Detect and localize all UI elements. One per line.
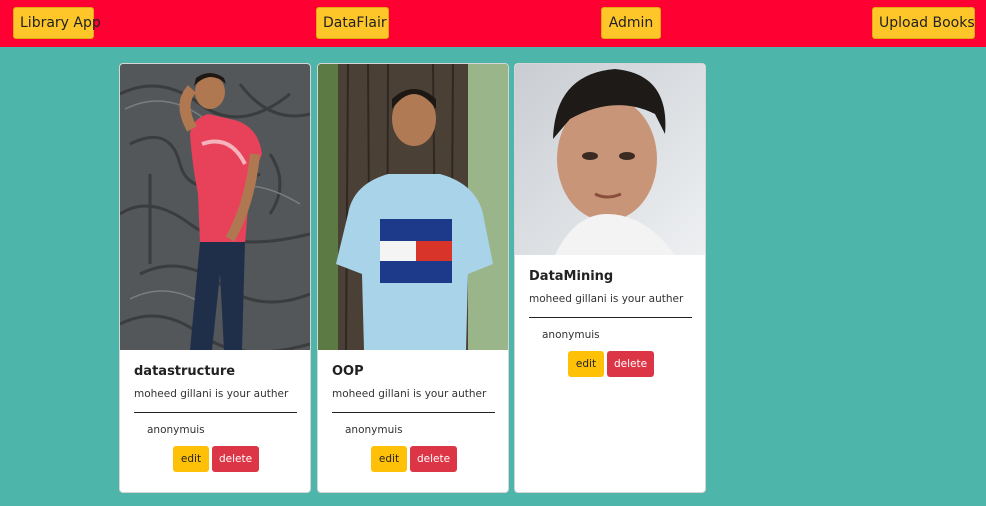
book-title: datastructure (134, 364, 236, 379)
divider (134, 412, 297, 413)
delete-button[interactable]: delete (607, 351, 654, 377)
book-card: OOP moheed gillani is your auther anonym… (317, 63, 509, 493)
upload-books-button[interactable]: Upload Books (872, 7, 975, 39)
book-title: OOP (332, 364, 364, 379)
book-author: moheed gillani is your auther (134, 388, 289, 400)
book-author: moheed gillani is your auther (332, 388, 487, 400)
book-card: datastructure moheed gillani is your aut… (119, 63, 311, 493)
edit-button[interactable]: edit (173, 446, 209, 472)
book-publisher: anonymuis (345, 424, 403, 436)
library-app-button[interactable]: Library App (13, 7, 101, 39)
book-title: DataMining (529, 269, 614, 284)
dataflair-button[interactable]: DataFlair (316, 7, 389, 39)
book-publisher: anonymuis (542, 329, 600, 341)
book-publisher: anonymuis (147, 424, 205, 436)
book-cover-image (515, 64, 705, 255)
delete-button[interactable]: delete (410, 446, 457, 472)
divider (332, 412, 495, 413)
divider (529, 317, 692, 318)
book-author: moheed gillani is your auther (529, 293, 684, 305)
edit-button[interactable]: edit (568, 351, 604, 377)
book-card: DataMining moheed gillani is your auther… (514, 63, 706, 493)
book-cover-image (318, 64, 508, 350)
edit-button[interactable]: edit (371, 446, 407, 472)
delete-button[interactable]: delete (212, 446, 259, 472)
navbar: Library App DataFlair Admin Upload Books (0, 0, 986, 47)
admin-button[interactable]: Admin (601, 7, 661, 39)
book-cover-image (120, 64, 310, 350)
